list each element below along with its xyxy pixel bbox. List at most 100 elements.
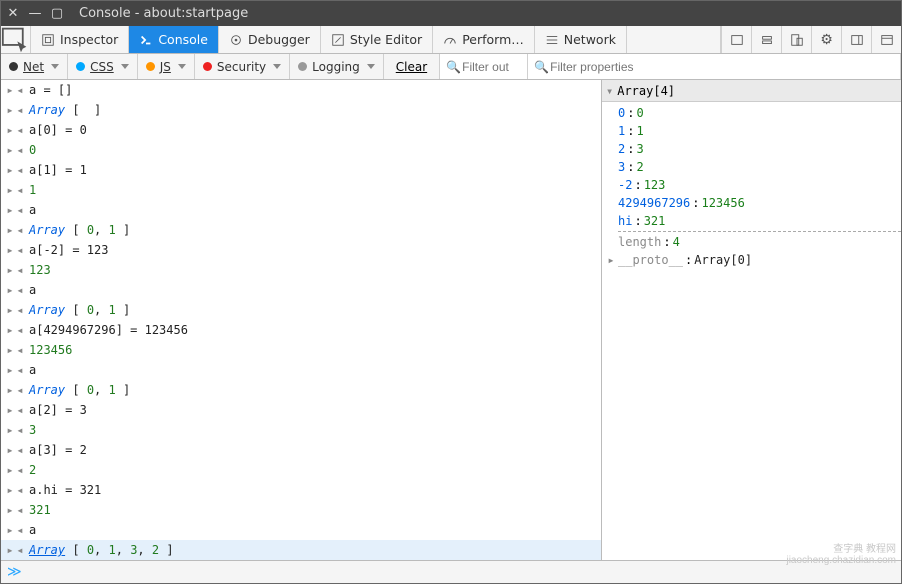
settings-button[interactable]: ⚙ xyxy=(811,26,841,53)
console-input-row[interactable]: ▸◂a = [] xyxy=(1,80,601,100)
expand-icon: ▸ xyxy=(5,143,15,157)
property-key: 3 xyxy=(618,160,625,174)
object-header[interactable]: ▾ Array[4] xyxy=(602,80,901,102)
console-input-row[interactable]: ▸◂a.hi = 321 xyxy=(1,480,601,500)
tab-network[interactable]: Network xyxy=(535,26,627,53)
property-row[interactable]: 3: 2 xyxy=(618,158,901,176)
close-icon[interactable]: ✕ xyxy=(7,8,19,20)
row-content: a[3] = 2 xyxy=(25,443,601,457)
filter-security[interactable]: Security xyxy=(195,54,290,79)
console-output-row[interactable]: ▸◂Array [ 0, 1 ] xyxy=(1,380,601,400)
console-output-row[interactable]: ▸◂123456 xyxy=(1,340,601,360)
property-key: -2 xyxy=(618,178,632,192)
console-input-row[interactable]: ▸◂a[3] = 2 xyxy=(1,440,601,460)
storage-button[interactable] xyxy=(751,26,781,53)
console-output-row[interactable]: ▸◂3 xyxy=(1,420,601,440)
filter-logging[interactable]: Logging xyxy=(290,54,384,79)
property-row[interactable]: 0: 0 xyxy=(618,104,901,122)
property-value: 2 xyxy=(636,160,643,174)
console-input-row[interactable]: ▸◂a[2] = 3 xyxy=(1,400,601,420)
tab-console[interactable]: Console xyxy=(129,26,219,53)
arrow-left-icon: ◂ xyxy=(15,523,25,537)
arrow-left-icon: ◂ xyxy=(15,143,25,157)
console-output-row[interactable]: ▸◂Array [ 0, 1 ] xyxy=(1,300,601,320)
expand-icon: ▸ xyxy=(5,483,15,497)
clear-button[interactable]: Clear xyxy=(384,54,440,79)
filter-net[interactable]: Net xyxy=(1,54,68,79)
row-content: Array [ ] xyxy=(25,103,601,117)
property-row[interactable]: -2: 123 xyxy=(618,176,901,194)
property-row-length[interactable]: length: 4 xyxy=(618,233,901,251)
property-row[interactable]: 1: 1 xyxy=(618,122,901,140)
filter-properties-field[interactable]: 🔍 xyxy=(528,54,901,79)
console-input-row[interactable]: ▸◂a[0] = 0 xyxy=(1,120,601,140)
row-content: a[1] = 1 xyxy=(25,163,601,177)
console-output-row[interactable]: ▸◂2 xyxy=(1,460,601,480)
pick-element-button[interactable] xyxy=(1,26,31,53)
expand-icon: ▸ xyxy=(5,323,15,337)
row-content: a = [] xyxy=(25,83,601,97)
arrow-left-icon: ◂ xyxy=(15,463,25,477)
dock-window-button[interactable] xyxy=(871,26,901,53)
filter-output-field[interactable]: 🔍 xyxy=(440,54,528,79)
expand-icon: ▸ xyxy=(5,263,15,277)
row-content: a[4294967296] = 123456 xyxy=(25,323,601,337)
console-input-row[interactable]: ▸◂a[-2] = 123 xyxy=(1,240,601,260)
console-output-row[interactable]: ▸◂0 xyxy=(1,140,601,160)
arrow-left-icon: ◂ xyxy=(15,403,25,417)
tab-debugger[interactable]: Debugger xyxy=(219,26,321,53)
console-output-row[interactable]: ▸◂Array [ ] xyxy=(1,100,601,120)
console-prompt[interactable]: ≫ xyxy=(1,561,901,583)
console-input-row[interactable]: ▸◂a[4294967296] = 123456 xyxy=(1,320,601,340)
property-value: 3 xyxy=(636,142,643,156)
console-output-row[interactable]: ▸◂1 xyxy=(1,180,601,200)
console-input-row[interactable]: ▸◂a[1] = 1 xyxy=(1,160,601,180)
chevron-down-icon xyxy=(51,64,59,69)
console-input-row[interactable]: ▸◂a xyxy=(1,280,601,300)
property-row[interactable]: 4294967296: 123456 xyxy=(618,194,901,212)
console-input-row[interactable]: ▸◂a xyxy=(1,200,601,220)
property-key: 1 xyxy=(618,124,625,138)
row-content: a.hi = 321 xyxy=(25,483,601,497)
console-output-row[interactable]: ▸◂321 xyxy=(1,500,601,520)
row-content: 321 xyxy=(25,503,601,517)
minimize-icon[interactable]: — xyxy=(29,8,41,20)
filter-css[interactable]: CSS xyxy=(68,54,138,79)
arrow-left-icon: ◂ xyxy=(15,223,25,237)
console-output[interactable]: ▸◂a = []▸◂Array [ ]▸◂a[0] = 0▸◂0▸◂a[1] =… xyxy=(1,80,601,560)
arrow-left-icon: ◂ xyxy=(15,183,25,197)
frame-select-button[interactable] xyxy=(721,26,751,53)
expand-icon: ▸ xyxy=(5,103,15,117)
filter-properties-input[interactable] xyxy=(550,60,894,74)
devtools-window: ✕ — ▢ Console - about:startpage Inspecto… xyxy=(0,0,902,584)
row-content: a xyxy=(25,523,601,537)
row-content: 123456 xyxy=(25,343,601,357)
object-body[interactable]: 0: 01: 12: 33: 2-2: 1234294967296: 12345… xyxy=(602,102,901,560)
window-title: Console - about:startpage xyxy=(79,6,248,21)
property-row-proto[interactable]: ▸__proto__: Array[0] xyxy=(606,251,901,269)
row-content: 2 xyxy=(25,463,601,477)
filter-output-input[interactable] xyxy=(462,60,521,74)
console-input-row[interactable]: ▸◂a xyxy=(1,360,601,380)
maximize-icon[interactable]: ▢ xyxy=(51,8,63,20)
tab-inspector[interactable]: Inspector xyxy=(31,26,129,53)
property-row[interactable]: 2: 3 xyxy=(618,140,901,158)
row-content: a[2] = 3 xyxy=(25,403,601,417)
css-dot-icon xyxy=(76,62,85,71)
expand-icon: ▸ xyxy=(5,423,15,437)
filter-js[interactable]: JS xyxy=(138,54,195,79)
console-output-row[interactable]: ▸◂Array [ 0, 1, 3, 2 ] xyxy=(1,540,601,560)
console-output-row[interactable]: ▸◂Array [ 0, 1 ] xyxy=(1,220,601,240)
responsive-button[interactable] xyxy=(781,26,811,53)
chevron-down-icon xyxy=(121,64,129,69)
dock-side-button[interactable] xyxy=(841,26,871,53)
expand-icon: ▸ xyxy=(5,363,15,377)
console-input-row[interactable]: ▸◂a xyxy=(1,520,601,540)
property-row[interactable]: hi: 321 xyxy=(618,212,901,230)
tab-performance[interactable]: Perform… xyxy=(433,26,535,53)
tab-style-editor[interactable]: Style Editor xyxy=(321,26,433,53)
property-key: __proto__ xyxy=(618,253,683,267)
row-content: a[0] = 0 xyxy=(25,123,601,137)
console-output-row[interactable]: ▸◂123 xyxy=(1,260,601,280)
expand-icon: ▸ xyxy=(5,303,15,317)
